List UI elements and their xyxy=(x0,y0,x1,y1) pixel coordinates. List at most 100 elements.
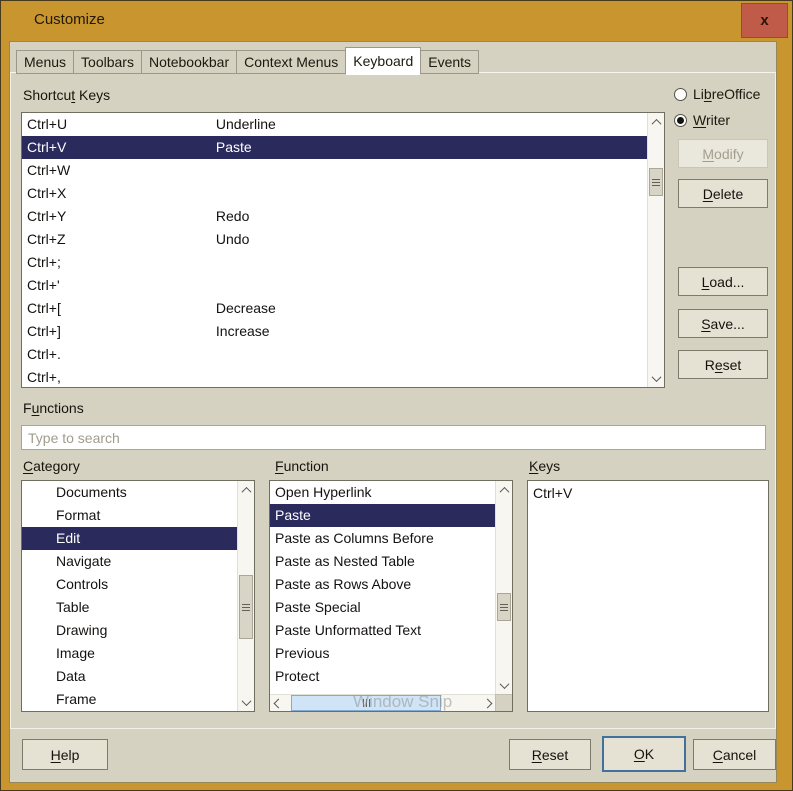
close-icon: x xyxy=(760,13,768,28)
scroll-up-arrow[interactable] xyxy=(496,482,512,498)
function-item[interactable]: Paste Unformatted Text xyxy=(270,619,495,642)
tab[interactable]: Notebookbar xyxy=(141,50,237,74)
shortcut-command: Paste xyxy=(216,139,252,155)
chevron-right-icon xyxy=(482,699,492,709)
function-rows: Open Hyperlink Paste Paste as Columns Be… xyxy=(270,481,495,694)
function-list[interactable]: Open Hyperlink Paste Paste as Columns Be… xyxy=(269,480,513,712)
shortcut-key: Ctrl+V xyxy=(22,136,212,159)
shortcut-row[interactable]: Ctrl+. xyxy=(22,343,647,366)
shortcut-row[interactable]: Ctrl+Z Undo xyxy=(22,228,647,251)
tab[interactable]: Keyboard xyxy=(345,47,421,75)
shortcut-row[interactable]: Ctrl+' xyxy=(22,274,647,297)
shortcut-row[interactable]: Ctrl+U Underline xyxy=(22,113,647,136)
shortcut-row[interactable]: Ctrl+[ Decrease xyxy=(22,297,647,320)
radio-libreoffice[interactable]: LibreOffice xyxy=(674,86,760,102)
save-button[interactable]: Save... xyxy=(678,309,768,338)
scroll-right-arrow[interactable] xyxy=(479,696,495,711)
function-scrollbar[interactable] xyxy=(495,481,512,694)
search-input[interactable] xyxy=(21,425,766,450)
category-list[interactable]: Documents Format Edit Navigate Controls … xyxy=(21,480,255,712)
load-button[interactable]: Load... xyxy=(678,267,768,296)
radio-icon[interactable] xyxy=(674,88,687,101)
scroll-down-arrow[interactable] xyxy=(238,694,254,710)
reset-keyboard-button[interactable]: Reset xyxy=(678,350,768,379)
category-item[interactable]: Edit xyxy=(22,527,237,550)
keys-item[interactable]: Ctrl+V xyxy=(528,481,768,503)
scroll-thumb[interactable] xyxy=(649,168,663,196)
scroll-up-arrow[interactable] xyxy=(238,482,254,498)
shortcut-command: Increase xyxy=(216,323,270,339)
category-item[interactable]: Format xyxy=(22,504,237,527)
category-item[interactable]: Table xyxy=(22,596,237,619)
delete-button[interactable]: Delete xyxy=(678,179,768,208)
shortcut-key: Ctrl+' xyxy=(22,274,212,297)
grip-icon xyxy=(500,607,508,608)
chevron-down-icon xyxy=(499,679,509,689)
hscroll-thumb[interactable] xyxy=(291,695,441,711)
chevron-down-icon xyxy=(241,696,251,706)
function-item[interactable]: Paste as Rows Above xyxy=(270,573,495,596)
keys-label: Keys xyxy=(529,458,560,474)
keys-list[interactable]: Ctrl+V xyxy=(527,480,769,712)
scroll-thumb[interactable] xyxy=(239,575,253,639)
radio-libreoffice-label: LibreOffice xyxy=(693,86,760,102)
scroll-up-arrow[interactable] xyxy=(648,114,664,130)
titlebar[interactable]: Customize x xyxy=(1,1,792,41)
ok-button[interactable]: OK xyxy=(602,736,686,772)
chevron-up-icon xyxy=(651,118,661,128)
shortcut-row[interactable]: Ctrl+] Increase xyxy=(22,320,647,343)
tab[interactable]: Events xyxy=(420,50,479,74)
category-item[interactable]: Documents xyxy=(22,481,237,504)
category-item[interactable]: Drawing xyxy=(22,619,237,642)
reset-button[interactable]: Reset xyxy=(509,739,591,770)
shortcut-command: Redo xyxy=(216,208,249,224)
scroll-thumb[interactable] xyxy=(497,593,511,621)
close-button[interactable]: x xyxy=(741,3,788,38)
shortcut-row[interactable]: Ctrl+; xyxy=(22,251,647,274)
function-item[interactable]: Paste Special xyxy=(270,596,495,619)
shortcut-key: Ctrl+[ xyxy=(22,297,212,320)
shortcut-row[interactable]: Ctrl+W xyxy=(22,159,647,182)
function-item[interactable]: Paste as Nested Table xyxy=(270,550,495,573)
tab[interactable]: Context Menus xyxy=(236,50,346,74)
shortcut-key: Ctrl+U xyxy=(22,113,212,136)
grip-icon xyxy=(652,182,660,183)
function-item[interactable]: Paste xyxy=(270,504,495,527)
category-item[interactable]: Image xyxy=(22,642,237,665)
shortcut-scrollbar[interactable] xyxy=(647,113,664,387)
category-item[interactable]: Navigate xyxy=(22,550,237,573)
function-item[interactable]: Protect xyxy=(270,665,495,688)
function-hscrollbar[interactable] xyxy=(270,694,495,711)
window-title: Customize xyxy=(34,11,105,28)
shortcut-command: Underline xyxy=(216,116,276,132)
cancel-button[interactable]: Cancel xyxy=(693,739,776,770)
chevron-up-icon xyxy=(241,486,251,496)
category-item[interactable]: Controls xyxy=(22,573,237,596)
function-item[interactable]: Paste as Columns Before xyxy=(270,527,495,550)
scroll-down-arrow[interactable] xyxy=(496,677,512,693)
shortcut-row[interactable]: Ctrl+V Paste xyxy=(22,136,647,159)
shortcut-keys-list[interactable]: Ctrl+U Underline Ctrl+V Paste Ctrl+W xyxy=(21,112,665,388)
function-item[interactable]: Previous xyxy=(270,642,495,665)
scroll-left-arrow[interactable] xyxy=(270,696,286,711)
keys-rows: Ctrl+V xyxy=(528,481,768,711)
category-item[interactable]: Data xyxy=(22,665,237,688)
dialog-body: Menus Toolbars Notebookbar Context Menus… xyxy=(9,41,777,783)
shortcut-row[interactable]: Ctrl+Y Redo xyxy=(22,205,647,228)
scroll-down-arrow[interactable] xyxy=(648,370,664,386)
modify-button[interactable]: Modify xyxy=(678,139,768,168)
function-item[interactable]: Open Hyperlink xyxy=(270,481,495,504)
shortcut-row[interactable]: Ctrl+X xyxy=(22,182,647,205)
radio-writer[interactable]: Writer xyxy=(674,112,730,128)
shortcut-key: Ctrl+X xyxy=(22,182,212,205)
radio-selected-icon[interactable] xyxy=(674,114,687,127)
shortcut-keys-label: Shortcut Keys xyxy=(23,87,110,103)
help-button[interactable]: Help xyxy=(22,739,108,770)
chevron-down-icon xyxy=(651,372,661,382)
tab[interactable]: Menus xyxy=(16,50,74,74)
tab[interactable]: Toolbars xyxy=(73,50,142,74)
shortcut-key: Ctrl+, xyxy=(22,366,212,387)
category-scrollbar[interactable] xyxy=(237,481,254,711)
category-item[interactable]: Frame xyxy=(22,688,237,711)
shortcut-row[interactable]: Ctrl+, xyxy=(22,366,647,387)
